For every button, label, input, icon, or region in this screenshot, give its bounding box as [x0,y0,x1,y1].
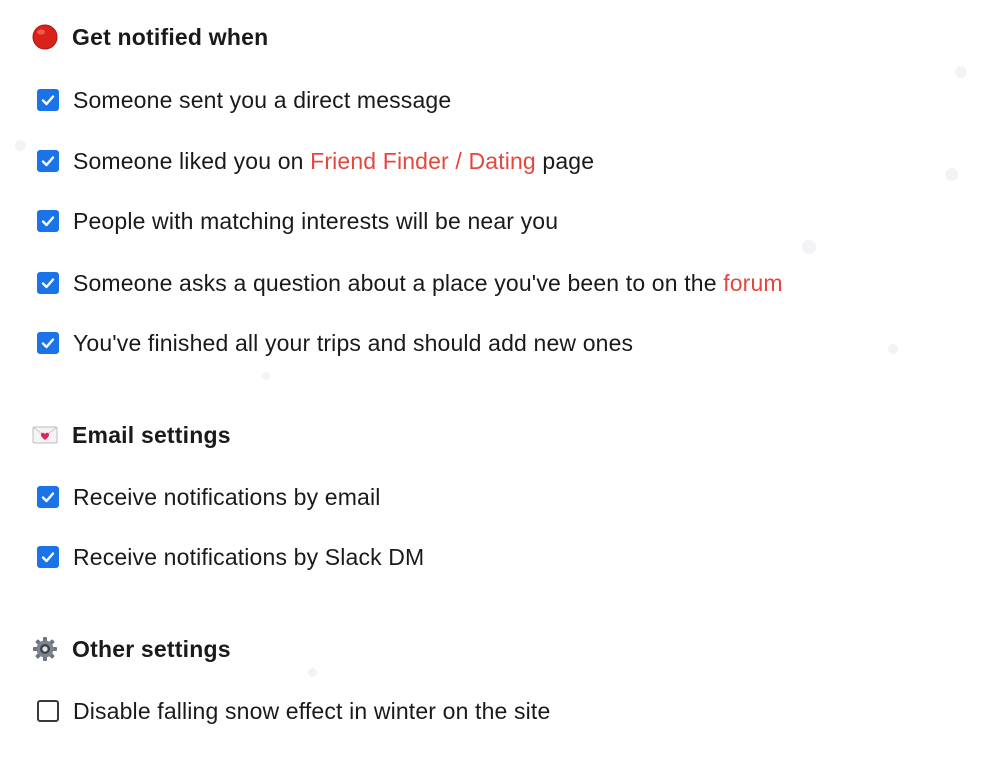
checkbox-unchecked[interactable] [37,700,59,722]
option-label-after: page [535,147,595,174]
snowflake [802,240,816,254]
option-label: Receive notifications by Slack DM [73,543,425,570]
checkbox-checked[interactable] [37,332,59,354]
love-letter-icon [30,420,60,450]
option-label: Disable falling snow effect in winter on… [73,697,551,724]
snowflake [308,668,317,677]
section-email-settings: Email settings [30,419,231,451]
option-label: Someone sent you a direct message [73,86,452,113]
checkbox-checked[interactable] [37,150,59,172]
checkbox-checked[interactable] [37,210,59,232]
option-liked-you[interactable]: Someone liked you on Friend Finder / Dat… [37,145,594,177]
option-label: Someone asks a question about a place yo… [73,270,783,297]
forum-link[interactable]: forum [723,270,783,296]
friend-finder-dating-link[interactable]: Friend Finder / Dating [310,148,536,174]
option-label: People with matching interests will be n… [73,207,559,234]
checkbox-checked[interactable] [37,89,59,111]
option-label: Receive notifications by email [73,483,381,510]
option-finished-trips[interactable]: You've finished all your trips and shoul… [37,327,633,359]
checkbox-checked[interactable] [37,546,59,568]
red-circle-icon [30,22,60,52]
section-other-settings: Other settings [30,633,231,665]
gear-icon [30,634,60,664]
snowflake [15,140,26,151]
section-title: Other settings [72,635,231,662]
section-get-notified: Get notified when [30,21,268,53]
snowflake [945,168,958,181]
option-disable-snow[interactable]: Disable falling snow effect in winter on… [37,695,550,727]
option-label: Someone liked you on Friend Finder / Dat… [73,148,594,175]
checkbox-checked[interactable] [37,486,59,508]
checkbox-checked[interactable] [37,272,59,294]
option-email-notifications[interactable]: Receive notifications by email [37,481,380,513]
snowflake [888,344,898,354]
section-title: Get notified when [72,23,269,50]
option-label-before: Someone asks a question about a place yo… [73,269,724,296]
snowflake [955,66,967,78]
section-title: Email settings [72,421,231,448]
option-matching-interests[interactable]: People with matching interests will be n… [37,205,558,237]
option-slack-notifications[interactable]: Receive notifications by Slack DM [37,541,424,573]
option-direct-message[interactable]: Someone sent you a direct message [37,84,451,116]
snowflake [262,372,270,380]
option-forum-question[interactable]: Someone asks a question about a place yo… [37,267,783,299]
option-label-before: Someone liked you on [73,147,311,174]
option-label: You've finished all your trips and shoul… [73,329,634,356]
